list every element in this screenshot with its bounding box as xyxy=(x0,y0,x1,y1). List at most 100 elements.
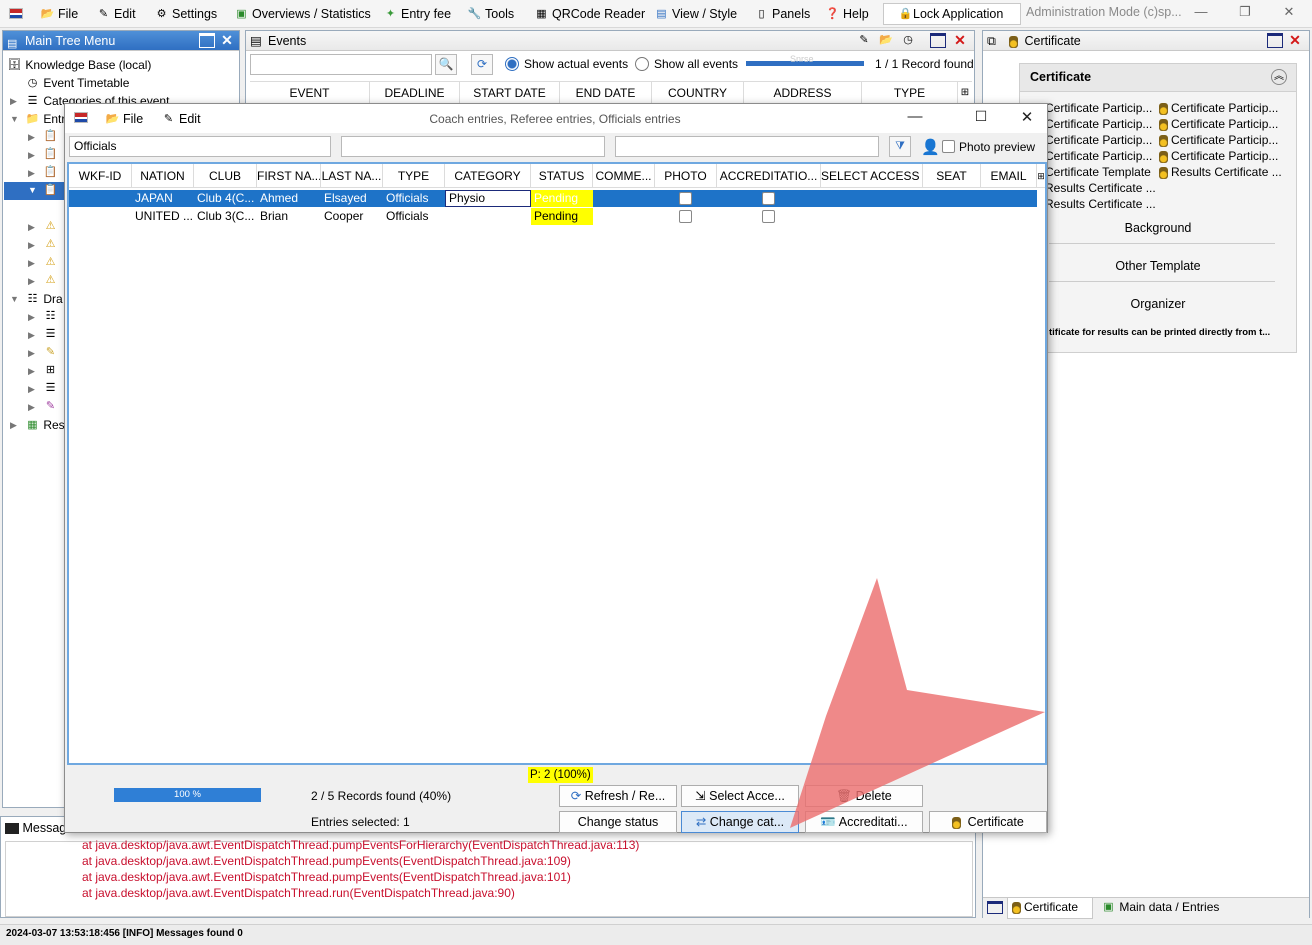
select-access-button[interactable]: ⇲ Select Acce... xyxy=(681,785,799,807)
column-wkf-id[interactable]: WKF-ID xyxy=(69,164,132,188)
expand-arrow-icon[interactable]: ▶ xyxy=(28,384,35,395)
photo-checkbox[interactable] xyxy=(679,192,692,205)
window-close-button[interactable]: ✕ xyxy=(1274,4,1304,22)
expand-arrow-icon[interactable]: ▶ xyxy=(28,348,35,359)
tree-item-draws[interactable]: ☷ Dra xyxy=(25,290,63,308)
panel-maximize-button[interactable] xyxy=(199,33,215,48)
collapse-arrow-icon[interactable]: ▼ xyxy=(28,185,37,195)
expand-arrow-icon[interactable]: ▶ xyxy=(28,312,35,323)
expand-arrow-icon[interactable]: ▶ xyxy=(28,150,35,161)
certificate-item[interactable]: Certificate Particip... xyxy=(1033,148,1152,164)
window-restore-button[interactable]: ❐ xyxy=(1230,4,1260,22)
menu-edit[interactable]: ✎ Edit xyxy=(96,5,136,23)
menu-view-style[interactable]: ▤ View / Style xyxy=(654,5,737,23)
background-field[interactable] xyxy=(1049,243,1275,247)
collapse-arrow-icon[interactable]: ▼ xyxy=(10,294,19,304)
panel-maximize-button[interactable] xyxy=(930,33,946,48)
expand-arrow-icon[interactable]: ▶ xyxy=(10,420,17,431)
certificate-button[interactable]: Certificate xyxy=(929,811,1047,833)
accreditation-checkbox[interactable] xyxy=(762,192,775,205)
expand-arrow-icon[interactable]: ▶ xyxy=(10,96,17,107)
panel-close-button[interactable]: ✕ xyxy=(1287,33,1303,48)
certificate-item[interactable]: Results Certificate ... xyxy=(1159,164,1282,180)
certificate-item[interactable]: Certificate Particip... xyxy=(1159,148,1278,164)
column-photo[interactable]: PHOTO xyxy=(655,164,717,188)
expand-arrow-icon[interactable]: ▶ xyxy=(28,258,35,269)
refresh-button[interactable]: ⟳ xyxy=(471,54,493,75)
clock-icon[interactable]: ◷ xyxy=(900,33,916,48)
refresh-button[interactable]: ⟳ Refresh / Re... xyxy=(559,785,677,807)
expand-arrow-icon[interactable]: ▶ xyxy=(28,222,35,233)
tab-main-data[interactable]: ▣ Main data / Entries xyxy=(1097,898,1231,919)
expand-arrow-icon[interactable]: ▶ xyxy=(28,402,35,413)
menu-tools[interactable]: 🔧 Tools xyxy=(467,5,515,23)
certificate-item[interactable]: Certificate Template xyxy=(1033,164,1151,180)
column-type[interactable]: TYPE xyxy=(383,164,445,188)
show-all-radio[interactable] xyxy=(635,57,649,71)
change-status-button[interactable]: Change status xyxy=(559,811,677,833)
column-email[interactable]: EMAIL xyxy=(981,164,1037,188)
column-first-name[interactable]: FIRST NA... xyxy=(257,164,321,188)
column-accreditation[interactable]: ACCREDITATIO... xyxy=(717,164,821,188)
column-address[interactable]: ADDRESS xyxy=(744,82,862,104)
certificate-item[interactable]: Certificate Particip... xyxy=(1033,116,1152,132)
table-row[interactable]: UNITED ... Club 3(C... Brian Cooper Offi… xyxy=(69,208,1037,225)
menu-qrcode[interactable]: ▦ QRCode Reader xyxy=(534,5,645,23)
column-chooser-icon[interactable]: ⊞ xyxy=(1037,164,1045,188)
certificate-item[interactable]: Results Certificate ... xyxy=(1033,180,1156,196)
menu-panels[interactable]: ▯ Panels xyxy=(754,5,810,23)
show-actual-radio[interactable] xyxy=(505,57,519,71)
certificate-item[interactable]: Certificate Particip... xyxy=(1159,100,1278,116)
type-filter-input[interactable]: Officials xyxy=(69,136,331,157)
column-seat[interactable]: SEAT xyxy=(923,164,981,188)
column-start-date[interactable]: START DATE xyxy=(460,82,560,104)
column-select-access[interactable]: SELECT ACCESS ... xyxy=(821,164,923,188)
cell-category-focused[interactable]: Physio xyxy=(445,190,531,207)
other-template-field[interactable] xyxy=(1049,281,1275,285)
tree-selection-highlight[interactable]: ▼ 📋 xyxy=(4,182,64,200)
accreditation-checkbox[interactable] xyxy=(762,210,775,223)
column-club[interactable]: CLUB xyxy=(194,164,257,188)
menu-file[interactable]: 📂 File xyxy=(40,5,79,23)
tree-item-knowledge-base[interactable]: 🗄 Knowledge Base (local) xyxy=(7,56,152,74)
lock-application-button[interactable]: 🔒Lock Application xyxy=(883,3,1021,25)
filter-input-2[interactable] xyxy=(341,136,605,157)
dialog-menu-file[interactable]: 📂 File xyxy=(105,110,144,128)
menu-settings[interactable]: ⚙ Settings xyxy=(154,5,218,23)
clear-filter-button[interactable]: ⧩ xyxy=(889,136,911,157)
column-comment[interactable]: COMME... xyxy=(593,164,655,188)
collapse-arrow-icon[interactable]: ▼ xyxy=(10,114,19,124)
menu-help[interactable]: ❓ Help xyxy=(825,5,869,23)
photo-preview-checkbox[interactable] xyxy=(942,140,955,153)
panel-close-button[interactable]: ✕ xyxy=(219,33,235,48)
change-category-button[interactable]: ⇄ Change cat... xyxy=(681,811,799,833)
expand-arrow-icon[interactable]: ▶ xyxy=(28,276,35,287)
column-country[interactable]: COUNTRY xyxy=(652,82,744,104)
column-event[interactable]: EVENT xyxy=(250,82,370,104)
menu-overviews[interactable]: ▣ Overviews / Statistics xyxy=(234,5,370,23)
events-search-input[interactable] xyxy=(250,54,432,75)
search-button[interactable]: 🔍 xyxy=(435,54,457,75)
panel-maximize-button[interactable] xyxy=(1267,33,1283,48)
expand-arrow-icon[interactable]: ▶ xyxy=(28,168,35,179)
expand-arrow-icon[interactable]: ▶ xyxy=(28,240,35,251)
panel-close-button[interactable]: ✕ xyxy=(952,33,968,48)
expand-arrow-icon[interactable]: ▶ xyxy=(28,366,35,377)
expand-arrow-icon[interactable]: ▶ xyxy=(28,132,35,143)
column-last-name[interactable]: LAST NA... xyxy=(321,164,383,188)
tree-item-results[interactable]: ▦ Res xyxy=(25,416,64,434)
folder-icon[interactable]: 📂 xyxy=(878,33,894,48)
certificate-item[interactable]: Certificate Particip... xyxy=(1033,100,1152,116)
photo-checkbox[interactable] xyxy=(679,210,692,223)
filter-input-3[interactable] xyxy=(615,136,879,157)
column-type[interactable]: TYPE xyxy=(862,82,958,104)
column-nation[interactable]: NATION xyxy=(132,164,194,188)
collapse-icon[interactable]: ︽ xyxy=(1271,69,1287,85)
column-end-date[interactable]: END DATE xyxy=(560,82,652,104)
dialog-close-button[interactable]: ✕ xyxy=(1005,108,1049,128)
tab-certificate[interactable]: Certificate xyxy=(1007,898,1093,919)
certificate-item[interactable]: Results Certificate ... xyxy=(1033,196,1156,212)
certificate-item[interactable]: Certificate Particip... xyxy=(1159,132,1278,148)
column-status[interactable]: STATUS xyxy=(531,164,593,188)
delete-button[interactable]: 🗑 Delete xyxy=(805,785,923,807)
